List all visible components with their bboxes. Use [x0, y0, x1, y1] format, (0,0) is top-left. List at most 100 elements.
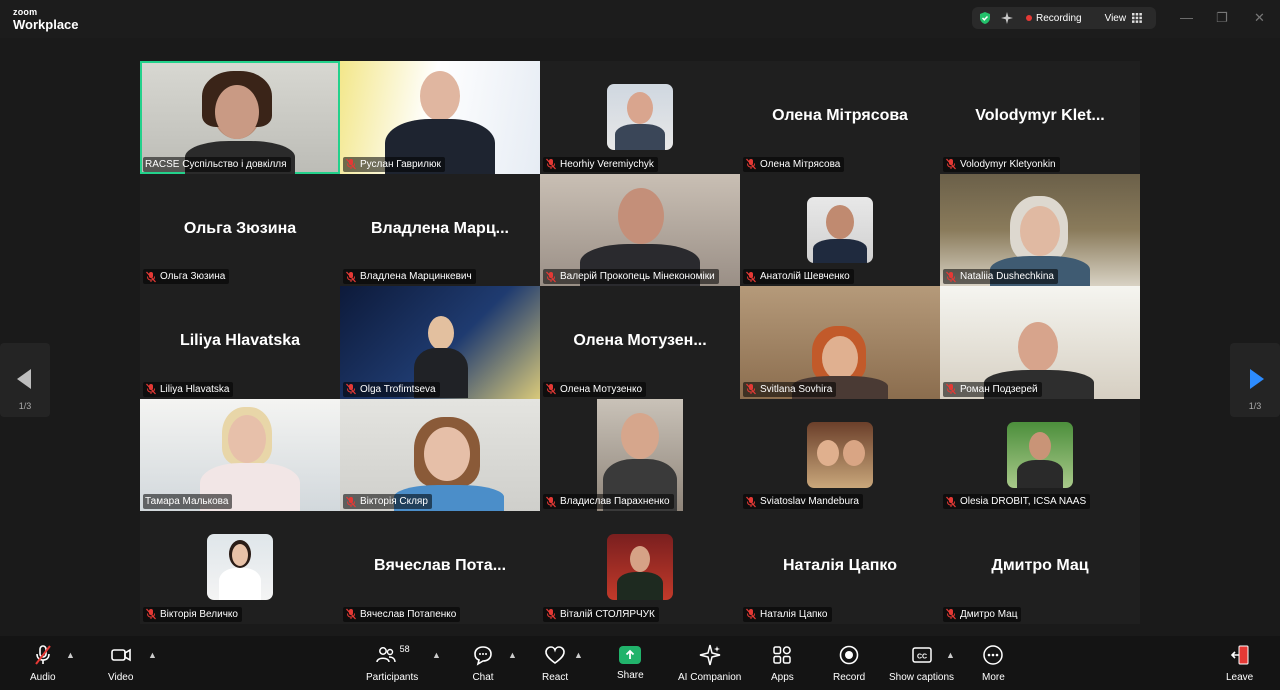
share-button[interactable]: Share [617, 644, 644, 681]
video-tile[interactable]: Руслан Гаврилюк [340, 61, 540, 174]
video-tile[interactable]: Olesia DROBIT, ICSA NAAS [940, 398, 1140, 511]
participant-display-name: Олена Мотузен... [573, 332, 707, 349]
show-captions-label: Show captions [889, 672, 955, 683]
show-captions-button[interactable]: CC Show captions [889, 644, 954, 683]
participant-display-name: Ольга Зюзина [183, 219, 297, 237]
video-tile[interactable]: Liliya Hlavatska Liliya Hlavatska [140, 286, 340, 399]
ai-sparkle-icon[interactable] [1000, 11, 1014, 25]
mic-off-icon [746, 383, 756, 395]
video-tile[interactable]: Ольга Зюзина Ольга Зюзина [140, 173, 340, 286]
record-button[interactable]: Record [833, 644, 865, 683]
restore-icon[interactable]: ❐ [1216, 10, 1228, 26]
video-tile[interactable]: Віталій СТОЛЯРЧУК [540, 511, 740, 624]
video-tile[interactable]: Олена Мітрясова Олена Мітрясова [740, 61, 940, 174]
participant-name: Вячеслав Потапенко [360, 608, 457, 620]
avatar [1007, 421, 1073, 488]
minimize-icon[interactable]: — [1180, 10, 1193, 25]
video-tile[interactable]: Вячеслав Пота... Вячеслав Потапенко [340, 511, 540, 624]
participants-button[interactable]: 58 Participants [366, 644, 418, 683]
video-tile[interactable]: Heorhiy Veremiychyk [540, 61, 740, 174]
participant-nametag: Nataliia Dushechkina [943, 269, 1058, 284]
face-shape [822, 336, 858, 380]
next-page-button[interactable]: 1/3 [1230, 343, 1280, 417]
participant-nametag: Руслан Гаврилюк [343, 156, 445, 172]
leave-button[interactable]: Leave [1226, 644, 1253, 683]
leave-label: Leave [1226, 672, 1254, 683]
video-tile[interactable]: Владислав Парахненко [540, 398, 740, 511]
more-button[interactable]: More [982, 644, 1005, 683]
shield-icon[interactable] [978, 11, 992, 25]
previous-page-button[interactable]: 1/3 [0, 343, 50, 417]
video-tile[interactable]: Вікторія Величко [140, 511, 340, 624]
view-label: View [1104, 12, 1127, 24]
mic-off-icon [946, 271, 956, 282]
video-tile[interactable]: Роман Подзерей [940, 286, 1140, 399]
video-tile[interactable]: Sviatoslav Mandebura [740, 398, 940, 511]
participant-display-name: Liliya Hlavatska [179, 332, 301, 349]
audio-options-caret-icon[interactable]: ▲ [66, 650, 75, 660]
participant-nametag: Heorhiy Veremiychyk [543, 156, 658, 172]
video-tile[interactable]: Владлена Марц... Владлена Марцинкевич [340, 173, 540, 286]
participant-name: Svitlana Sovhira [760, 383, 833, 395]
video-tile[interactable]: Svitlana Sovhira [740, 286, 940, 399]
video-options-caret-icon[interactable]: ▲ [148, 650, 157, 660]
participant-name: Наталія Цапко [760, 608, 828, 620]
share-label: Share [617, 670, 644, 681]
participant-name: Віталій СТОЛЯРЧУК [560, 608, 655, 620]
title-bar: zoom Workplace Recording View — ❐ ✕ [0, 0, 1280, 38]
participant-nametag: Владислав Парахненко [543, 494, 674, 509]
react-options-caret-icon[interactable]: ▲ [574, 650, 583, 660]
closed-captions-icon: CC [911, 647, 932, 663]
video-tile[interactable]: Дмитро Мац Дмитро Мац [940, 511, 1140, 624]
mic-off-icon [946, 158, 956, 170]
participant-name: Nataliia Dushechkina [960, 271, 1054, 282]
participant-name: Вікторія Скляр [360, 496, 428, 507]
react-button[interactable]: React [542, 644, 568, 683]
video-tile[interactable]: Тамара Малькова [140, 398, 340, 511]
video-button[interactable]: Video [108, 644, 133, 683]
video-tile[interactable]: RACSE Суспільство і довкілля [140, 61, 340, 174]
meeting-status-bar: Recording View [972, 7, 1156, 29]
chat-button[interactable]: Chat [472, 644, 494, 683]
video-tile[interactable]: Олена Мотузен... Олена Мотузенко [540, 286, 740, 399]
react-label: React [542, 672, 569, 683]
face-shape [232, 544, 248, 566]
captions-options-caret-icon[interactable]: ▲ [946, 650, 955, 660]
participant-name: Olesia DROBIT, ICSA NAAS [960, 496, 1087, 507]
participants-options-caret-icon[interactable]: ▲ [432, 650, 441, 660]
face-shape [228, 414, 266, 463]
video-camera-icon [110, 648, 131, 662]
video-tile[interactable]: Nataliia Dushechkina [940, 173, 1140, 286]
face-shape [428, 316, 454, 350]
video-tile[interactable]: Volodymyr Klet... Volodymyr Kletyonkin [940, 61, 1140, 174]
ai-companion-button[interactable]: AI Companion [678, 644, 741, 683]
mic-off-icon [746, 608, 756, 620]
mic-off-icon [34, 645, 51, 665]
video-tile[interactable]: Наталія Цапко Наталія Цапко [740, 511, 940, 624]
video-tile[interactable]: Olga Trofimtseva [340, 286, 540, 399]
close-icon[interactable]: ✕ [1254, 10, 1265, 26]
mic-off-icon [146, 383, 156, 395]
apps-button[interactable]: Apps [771, 644, 794, 683]
participant-display-name: Олена Мітрясова [772, 107, 908, 124]
participant-name: Владислав Парахненко [560, 496, 670, 507]
mic-off-icon [946, 608, 956, 620]
meeting-toolbar: Audio ▲ Video ▲ 58 Participants ▲ Chat ▲… [0, 636, 1280, 690]
chat-options-caret-icon[interactable]: ▲ [508, 650, 517, 660]
video-tile[interactable]: Анатолій Шевченко [740, 173, 940, 286]
video-tile[interactable]: Вікторія Скляр [340, 398, 540, 511]
participants-label: Participants [366, 672, 419, 683]
participants-icon [375, 647, 396, 663]
view-button[interactable]: View [1105, 13, 1143, 24]
participant-nametag: Вікторія Скляр [343, 494, 432, 509]
avatar [207, 534, 273, 600]
avatar [807, 196, 873, 263]
video-tile[interactable]: Валерій Прокопець Мінекономіки [540, 173, 740, 286]
body-shape [219, 568, 261, 600]
heart-icon [545, 646, 565, 664]
recording-label[interactable]: Recording [1036, 13, 1082, 24]
audio-button[interactable]: Audio [30, 644, 56, 683]
mic-off-icon [146, 271, 156, 282]
participant-nametag: Вячеслав Потапенко [343, 606, 461, 622]
face-shape [621, 412, 659, 459]
